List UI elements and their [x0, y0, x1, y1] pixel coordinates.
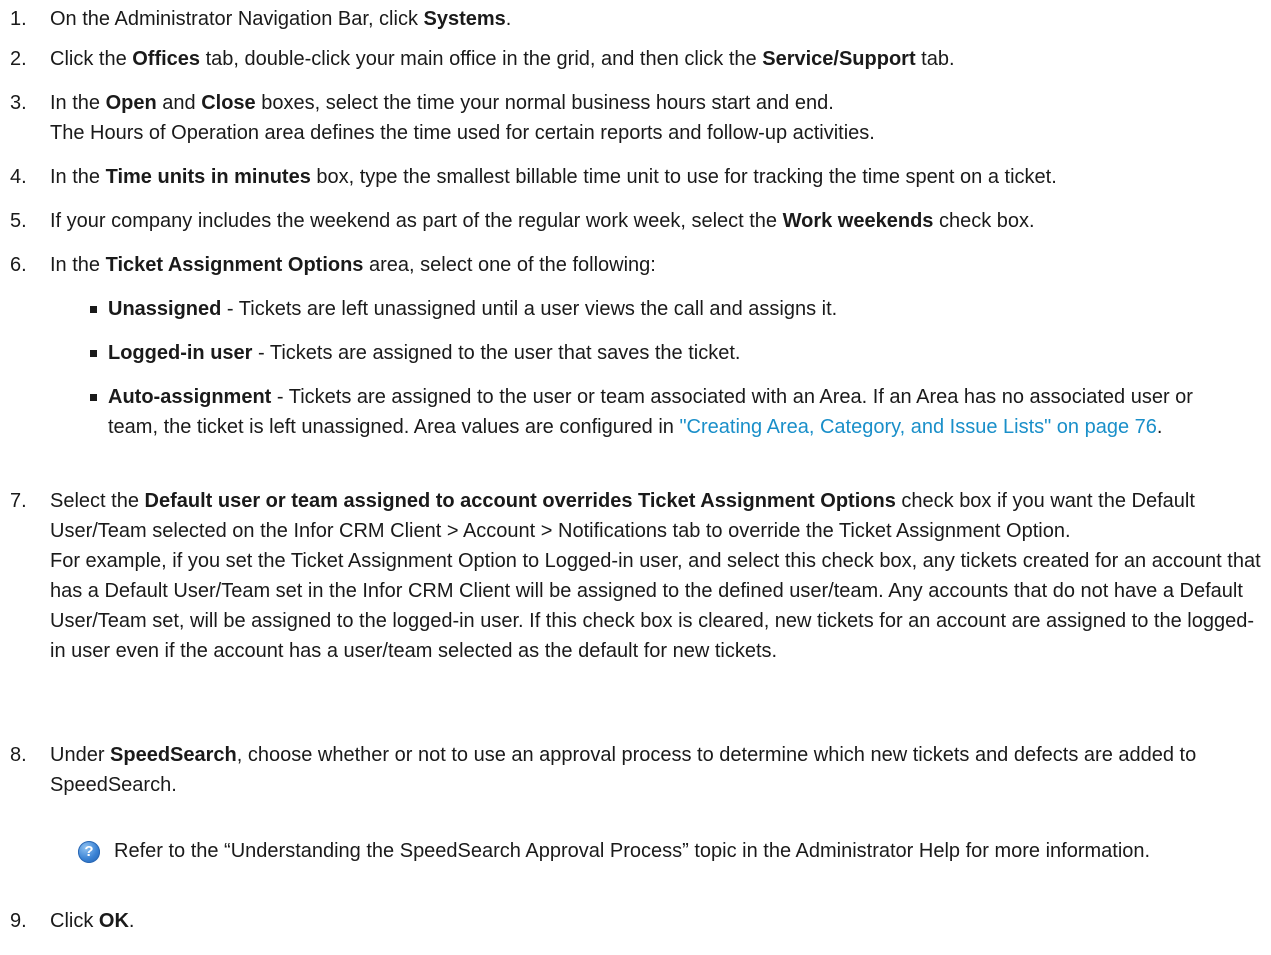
bold-term: Unassigned: [108, 298, 222, 320]
step-number: 1.: [10, 8, 27, 30]
bullet-marker: [90, 306, 97, 313]
bold-term: Time units in minutes: [105, 166, 311, 188]
step-number: 9.: [10, 910, 27, 932]
step-number: 5.: [10, 210, 27, 232]
text-run: and: [156, 92, 202, 114]
text-run: In the: [50, 254, 106, 276]
cross-reference-link[interactable]: "Creating Area, Category, and Issue List…: [679, 416, 1156, 438]
bold-term: Ticket Assignment Options: [105, 254, 364, 276]
text-run: The Hours of Operation area defines the …: [50, 122, 875, 144]
help-question-icon: ?: [78, 841, 100, 863]
bold-term: Default user or team assigned to account…: [144, 490, 896, 512]
step-number: 3.: [10, 92, 27, 114]
step-text: Select the Default user or team assigned…: [50, 486, 1262, 666]
bold-term: Service/Support: [762, 48, 916, 70]
step-text: In the Time units in minutes box, type t…: [50, 162, 1262, 192]
step-number: 6.: [10, 254, 27, 276]
bold-term: SpeedSearch: [110, 744, 237, 766]
bold-term: Work weekends: [782, 210, 934, 232]
text-run: In the: [50, 92, 106, 114]
text-run: boxes, select the time your normal busin…: [255, 92, 834, 114]
step-number: 8.: [10, 744, 27, 766]
text-run: Under: [50, 744, 111, 766]
text-run: box, type the smallest billable time uni…: [310, 166, 1057, 188]
bold-term: Systems: [423, 8, 506, 30]
bullet-text: Auto-assignment - Tickets are assigned t…: [108, 382, 1218, 442]
bold-term: Logged-in user: [108, 342, 253, 364]
text-run: tab, double-click your main office in th…: [200, 48, 763, 70]
text-run: For example, if you set the Ticket Assig…: [50, 550, 1261, 662]
text-run: On the Administrator Navigation Bar, cli…: [50, 8, 424, 30]
bold-term: Offices: [132, 48, 201, 70]
text-run: area, select one of the following:: [363, 254, 656, 276]
text-run: .: [128, 910, 135, 932]
text-run: - Tickets are assigned to the user that …: [252, 342, 741, 364]
bullet-text: Unassigned - Tickets are left unassigned…: [108, 294, 1218, 324]
text-run: Select the: [50, 490, 145, 512]
text-run: tab.: [915, 48, 955, 70]
bold-term: Open: [105, 92, 157, 114]
text-run: - Tickets are left unassigned until a us…: [221, 298, 838, 320]
document-page: 1. On the Administrator Navigation Bar, …: [0, 0, 1271, 955]
step-text: If your company includes the weekend as …: [50, 206, 1262, 236]
step-text: Click the Offices tab, double-click your…: [50, 44, 1262, 74]
bold-term: Auto-assignment: [108, 386, 272, 408]
text-run: If your company includes the weekend as …: [50, 210, 783, 232]
bullet-text: Logged-in user - Tickets are assigned to…: [108, 338, 1218, 368]
step-number: 2.: [10, 48, 27, 70]
note-text: Refer to the “Understanding the SpeedSea…: [114, 840, 1151, 862]
step-text: In the Ticket Assignment Options area, s…: [50, 250, 1262, 280]
step-text: In the Open and Close boxes, select the …: [50, 88, 1262, 148]
bold-term: Close: [201, 92, 256, 114]
step-text: On the Administrator Navigation Bar, cli…: [50, 4, 1262, 34]
step-text: Under SpeedSearch, choose whether or not…: [50, 740, 1262, 800]
text-run: Click: [50, 910, 99, 932]
text-run: Click the: [50, 48, 133, 70]
text-run: check box.: [933, 210, 1035, 232]
step-number: 7.: [10, 490, 27, 512]
step-number: 4.: [10, 166, 27, 188]
text-run: In the: [50, 166, 106, 188]
bold-term: OK: [98, 910, 129, 932]
bullet-marker: [90, 394, 97, 401]
text-run: .: [505, 8, 512, 30]
step-text: Click OK.: [50, 906, 1262, 936]
text-run: .: [1156, 416, 1163, 438]
bullet-marker: [90, 350, 97, 357]
